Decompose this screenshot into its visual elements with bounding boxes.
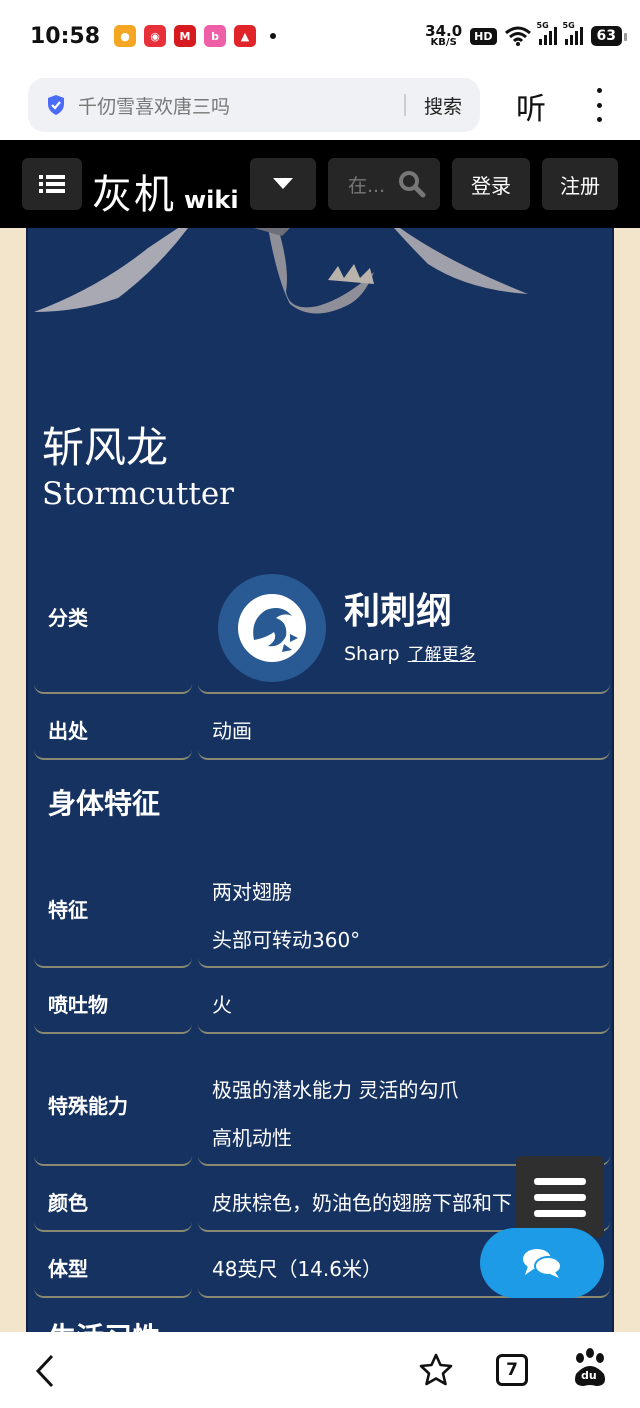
divider xyxy=(403,94,406,116)
size-label: 体型 xyxy=(48,1257,88,1281)
signal-5g-2-icon: 5G xyxy=(563,21,583,45)
dragon-illustration xyxy=(34,228,528,314)
class-name: 利刺纲 xyxy=(344,591,453,632)
section-heading-habits: 生活习性 xyxy=(48,1316,160,1332)
search-placeholder: 在... xyxy=(348,174,386,197)
origin-row: 出处 动画 xyxy=(34,696,610,760)
search-icon[interactable] xyxy=(398,170,426,198)
value-cell: 极强的潜水能力 灵活的勾爪 高机动性 xyxy=(198,1036,610,1166)
search-button[interactable]: 搜索 xyxy=(424,92,462,119)
ability-item: 高机动性 xyxy=(212,1126,292,1150)
listen-button[interactable]: 听 xyxy=(516,84,546,128)
features-label: 特征 xyxy=(48,898,88,922)
value-cell: 利刺纲 Sharp 了解更多 xyxy=(198,540,610,694)
status-bar: 10:58 ● ◉ M b ▲ 34.0 KB/S HD 5G 5G 63 xyxy=(0,0,640,72)
class-name-en: Sharp 了解更多 xyxy=(344,643,476,665)
netease-music-icon: ◉ xyxy=(144,25,167,47)
more-notifications-dot xyxy=(270,33,277,39)
shield-check-icon xyxy=(48,95,64,115)
size-value: 48英尺（14.6米） xyxy=(212,1257,382,1281)
breath-weapon-row: 喷吐物 火 xyxy=(34,970,610,1034)
battery-icon: 63 xyxy=(590,26,628,46)
origin-label: 出处 xyxy=(48,719,88,743)
label-cell: 特征 xyxy=(34,852,192,968)
label-cell: 喷吐物 xyxy=(34,970,192,1034)
network-speed: 34.0 KB/S xyxy=(425,22,463,48)
browser-bottom-bar: 7 du xyxy=(0,1332,640,1408)
origin-value: 动画 xyxy=(212,719,252,743)
features-row: 特征 两对翅膀 头部可转动360° xyxy=(34,852,610,968)
color-label: 颜色 xyxy=(48,1191,88,1215)
label-cell: 颜色 xyxy=(34,1168,192,1232)
site-logo[interactable]: 灰机 wiki xyxy=(92,162,239,220)
feature-item: 两对翅膀 xyxy=(212,880,292,904)
dropdown-button[interactable] xyxy=(250,158,316,210)
sharp-class-emblem[interactable] xyxy=(218,574,326,682)
sharp-class-icon xyxy=(238,594,306,662)
dragon-name-en: Stormcutter xyxy=(42,476,234,512)
more-menu-icon[interactable] xyxy=(592,88,606,122)
feature-item: 头部可转动360° xyxy=(212,928,361,952)
classification-row: 分类 利刺纲 Sharp 了解更多 xyxy=(34,540,610,694)
hd-voice-icon: HD xyxy=(470,27,497,45)
value-cell: 动画 xyxy=(198,696,610,760)
ability-item: 极强的潜水能力 灵活的勾爪 xyxy=(212,1078,459,1102)
login-button[interactable]: 登录 xyxy=(452,158,530,210)
star-bookmark-icon[interactable] xyxy=(418,1352,454,1388)
mcdonalds-icon: M xyxy=(174,25,197,47)
tabs-button[interactable]: 7 xyxy=(496,1354,528,1386)
label-cell: 分类 xyxy=(34,540,192,694)
value-cell: 火 xyxy=(198,970,610,1034)
address-text[interactable]: 千仞雪喜欢唐三吗 xyxy=(78,92,404,119)
browser-toolbar: 千仞雪喜欢唐三吗 搜索 听 xyxy=(0,72,640,140)
clock: 10:58 xyxy=(30,23,101,49)
signal-5g-1-icon: 5G xyxy=(537,21,557,45)
baidu-paw-icon[interactable]: du xyxy=(570,1348,610,1390)
wiki-navbar: 灰机 wiki 在... 登录 注册 xyxy=(0,140,640,228)
color-value: 皮肤棕色，奶油色的翅膀下部和下 xyxy=(212,1191,512,1215)
search-box[interactable]: 在... xyxy=(328,158,440,210)
app-notification-icon: ▲ xyxy=(234,25,257,47)
list-icon xyxy=(39,175,65,193)
bilibili-icon: b xyxy=(204,25,227,47)
label-cell: 出处 xyxy=(34,696,192,760)
hamburger-icon xyxy=(534,1177,586,1185)
wifi-icon xyxy=(504,26,531,46)
back-arrow-icon[interactable] xyxy=(34,1354,56,1388)
breath-weapon-value: 火 xyxy=(212,993,232,1017)
floating-menu-button[interactable] xyxy=(516,1156,604,1238)
register-button[interactable]: 注册 xyxy=(542,158,618,210)
abilities-label: 特殊能力 xyxy=(48,1094,128,1118)
caret-down-icon xyxy=(273,178,293,189)
dragon-name-cn: 斩风龙 xyxy=(42,423,169,472)
menu-toggle-button[interactable] xyxy=(22,158,82,210)
address-bar[interactable]: 千仞雪喜欢唐三吗 搜索 xyxy=(28,78,480,132)
section-heading-body: 身体特征 xyxy=(48,787,161,820)
learn-more-link[interactable]: 了解更多 xyxy=(408,645,476,665)
value-cell: 两对翅膀 头部可转动360° xyxy=(198,852,610,968)
label-cell: 体型 xyxy=(34,1234,192,1298)
abilities-row: 特殊能力 极强的潜水能力 灵活的勾爪 高机动性 xyxy=(34,1036,610,1166)
classification-label: 分类 xyxy=(48,606,88,630)
breath-weapon-label: 喷吐物 xyxy=(48,993,108,1017)
chat-bubbles-icon xyxy=(523,1249,562,1278)
chat-button[interactable] xyxy=(480,1228,604,1298)
weibo-icon: ● xyxy=(114,25,137,47)
label-cell: 特殊能力 xyxy=(34,1036,192,1166)
